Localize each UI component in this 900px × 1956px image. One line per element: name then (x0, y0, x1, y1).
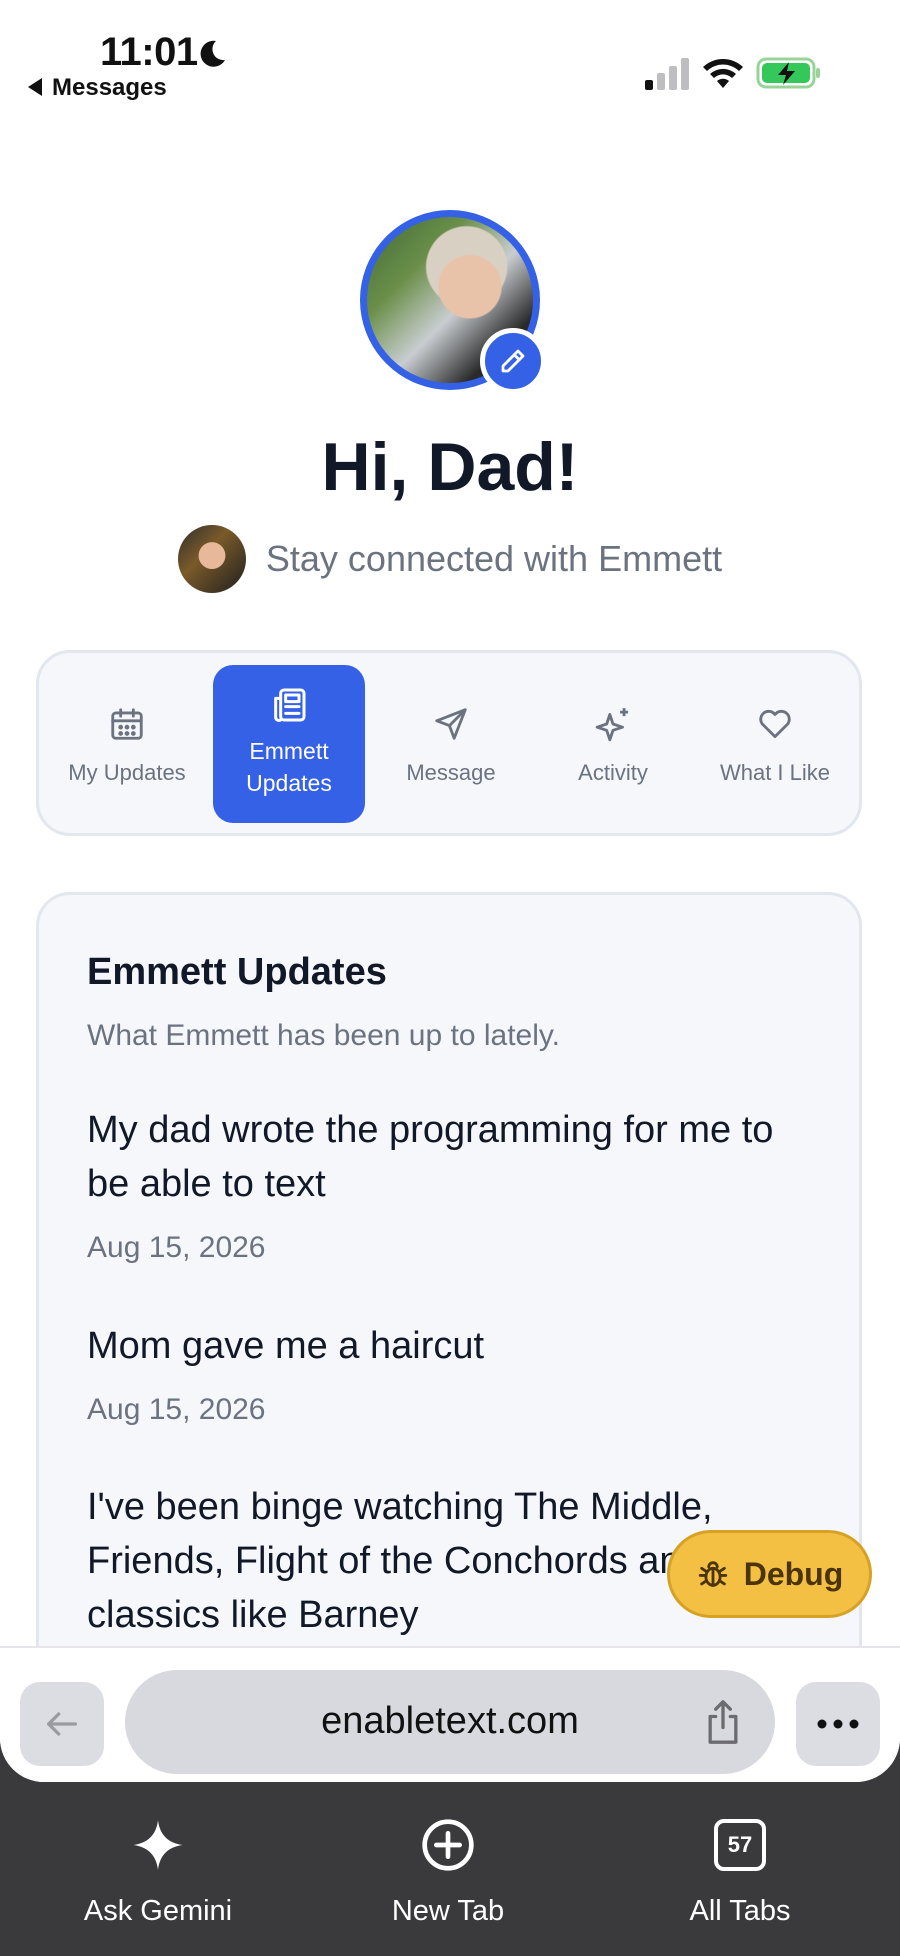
tab-bar: My Updates Emmett Updates Message Activi… (36, 650, 862, 836)
update-text: Mom gave me a haircut (87, 1325, 485, 1367)
browser-back-button[interactable] (20, 1682, 104, 1766)
tab-message[interactable]: Message (375, 665, 527, 823)
back-to-messages-label: Messages (52, 74, 167, 101)
moon-icon (200, 40, 225, 67)
bug-icon (698, 1561, 727, 1587)
calendar-icon (111, 708, 143, 740)
all-tabs-button[interactable]: 57 All Tabs (610, 1815, 870, 1928)
tab-count-icon: 57 (714, 1819, 766, 1871)
pencil-icon (501, 349, 525, 373)
tab-label: What I Like (719, 760, 831, 785)
tab-label: My Updates (68, 760, 186, 785)
tab-count: 57 (727, 1832, 753, 1857)
cellular-signal-icon (645, 58, 689, 90)
ask-gemini-label: Ask Gemini (83, 1895, 233, 1927)
emmett-avatar (177, 525, 246, 593)
heart-icon (759, 709, 791, 739)
all-tabs-label: All Tabs (689, 1895, 791, 1927)
card-title: Emmett Updates (87, 951, 387, 993)
update-date: Aug 15, 2026 (87, 1393, 266, 1426)
profile-avatar[interactable] (360, 210, 546, 394)
update-item: Mom gave me a haircut Aug 15, 2026 (87, 1319, 817, 1427)
page-subtitle: Stay connected with Emmett (265, 538, 723, 579)
ellipsis-icon (817, 1719, 859, 1729)
update-date: Aug 15, 2026 (87, 1231, 266, 1264)
tab-label: Message (406, 760, 496, 785)
tab-label: Emmett Updates (246, 738, 332, 796)
update-text: My dad wrote the programming for me to b… (87, 1109, 774, 1205)
new-tab-label: New Tab (391, 1895, 505, 1927)
sparkles-icon (595, 708, 629, 742)
tab-my-updates[interactable]: My Updates (51, 665, 203, 823)
send-icon (435, 708, 467, 740)
url-field[interactable]: enabletext.com (125, 1670, 775, 1774)
subtitle-row: Stay connected with Emmett (0, 525, 900, 593)
debug-button[interactable]: Debug (667, 1530, 872, 1618)
status-time: 11:01 (100, 30, 198, 74)
page-title: Hi, Dad! (321, 429, 579, 505)
gemini-sparkle-icon (133, 1820, 183, 1870)
app-screen: 11:01 Messages Hi, Dad! Stay connected w… (0, 0, 900, 1782)
plus-circle-icon (422, 1819, 474, 1871)
debug-label: Debug (743, 1555, 844, 1592)
battery-charging-icon (756, 57, 820, 89)
ask-gemini-button[interactable]: Ask Gemini (28, 1815, 288, 1928)
more-options-button[interactable] (796, 1682, 880, 1766)
tab-label: Activity (578, 760, 648, 785)
tab-what-i-like[interactable]: What I Like (699, 665, 851, 823)
share-icon[interactable] (701, 1698, 745, 1746)
newspaper-icon (274, 688, 306, 722)
update-item: My dad wrote the programming for me to b… (87, 1103, 817, 1265)
arrow-left-icon (47, 1712, 78, 1736)
browser-address-bar: enabletext.com (0, 1646, 900, 1782)
tab-activity[interactable]: Activity (537, 665, 689, 823)
wifi-icon (703, 59, 743, 88)
card-subtitle: What Emmett has been up to lately. (87, 1019, 561, 1052)
tab-emmett-updates[interactable]: Emmett Updates (213, 665, 365, 823)
back-to-messages[interactable]: Messages (28, 74, 167, 102)
url-text: enabletext.com (321, 1700, 579, 1742)
back-triangle-icon (28, 78, 42, 96)
edit-avatar-button[interactable] (480, 328, 546, 394)
new-tab-button[interactable]: New Tab (318, 1815, 578, 1928)
